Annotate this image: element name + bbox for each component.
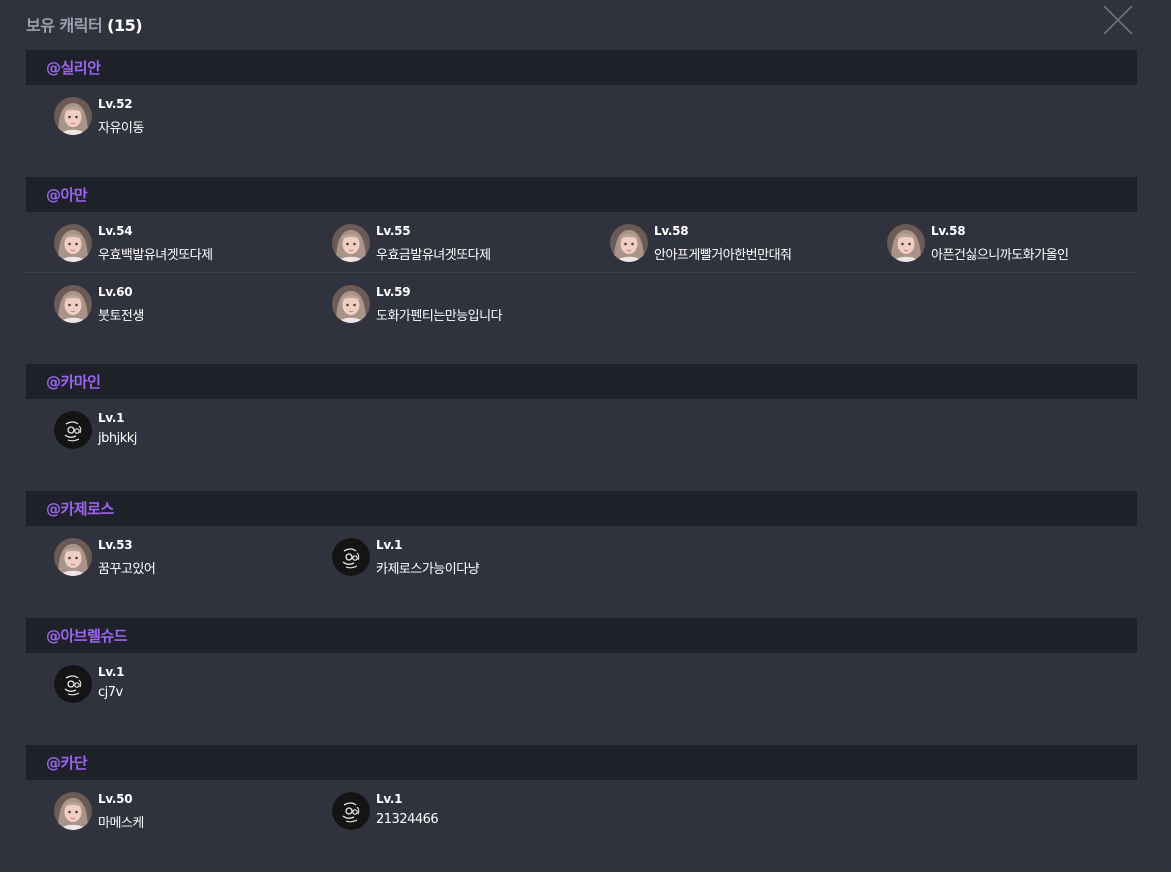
server-name: @카제로스 xyxy=(46,500,114,518)
character-name: 도화가펜티는만능입니다 xyxy=(376,309,503,324)
character-level: Lv.52 xyxy=(98,97,133,111)
character-card[interactable]: Lv.52 자유이동 xyxy=(54,97,324,137)
server-section: @아만 Lv.54 우효백발유녀겟또다제 Lv.55 우효금발유녀겟또다제 Lv.58 안아… xyxy=(26,177,1137,364)
server-name: @카단 xyxy=(46,754,88,772)
character-level: Lv.55 xyxy=(376,224,411,238)
character-card[interactable]: Lv.1 cj7v xyxy=(54,665,324,705)
character-name: 카제로스가능이다냥 xyxy=(376,562,480,577)
character-name: 꿈꾸고있어 xyxy=(98,562,156,577)
character-portrait-icon xyxy=(54,285,92,323)
character-name: 마메스케 xyxy=(98,816,144,831)
close-icon xyxy=(1103,5,1133,35)
character-card[interactable]: Lv.58 안아프게빨거아한번만대줘 xyxy=(610,224,880,264)
character-level: Lv.1 xyxy=(376,792,403,806)
server-section: @아브렐슈드 Lv.1 cj7v xyxy=(26,618,1137,745)
character-row: Lv.50 마메스케 Lv.1 21324466 xyxy=(26,780,1137,840)
close-button[interactable] xyxy=(1103,5,1133,35)
server-name: @아만 xyxy=(46,186,88,204)
character-name: 우효금발유녀겟또다제 xyxy=(376,248,491,263)
modal-title-text: 보유 캐릭터 xyxy=(26,16,103,35)
emblem-icon xyxy=(54,665,92,703)
character-row: Lv.54 우효백발유녀겟또다제 Lv.55 우효금발유녀겟또다제 Lv.58 안아프게빨… xyxy=(26,212,1137,272)
character-card[interactable]: Lv.53 꿈꾸고있어 xyxy=(54,538,324,578)
server-name: @아브렐슈드 xyxy=(46,627,128,645)
character-level: Lv.1 xyxy=(98,411,125,425)
character-row: Lv.1 cj7v xyxy=(26,653,1137,713)
emblem-icon xyxy=(54,411,92,449)
character-name: jbhjkkj xyxy=(98,431,137,446)
character-portrait-icon xyxy=(54,97,92,135)
server-header: @카마인 xyxy=(26,364,1137,399)
character-portrait-icon xyxy=(54,224,92,262)
character-level: Lv.58 xyxy=(931,224,966,238)
character-level: Lv.1 xyxy=(98,665,125,679)
character-card[interactable]: Lv.1 카제로스가능이다냥 xyxy=(332,538,602,578)
character-level: Lv.1 xyxy=(376,538,403,552)
character-name: 21324466 xyxy=(376,812,439,827)
character-row: Lv.53 꿈꾸고있어 Lv.1 카제로스가능이다냥 xyxy=(26,526,1137,586)
server-header: @아만 xyxy=(26,177,1137,212)
character-card[interactable]: Lv.50 마메스케 xyxy=(54,792,324,832)
character-count: (15) xyxy=(107,16,143,35)
character-name: 우효백발유녀겟또다제 xyxy=(98,248,213,263)
server-header: @실리안 xyxy=(26,50,1137,85)
character-level: Lv.54 xyxy=(98,224,133,238)
character-card[interactable]: Lv.1 21324466 xyxy=(332,792,602,832)
character-card[interactable]: Lv.60 붓토전생 xyxy=(54,285,324,325)
character-row: Lv.52 자유이동 xyxy=(26,85,1137,145)
server-header: @카단 xyxy=(26,745,1137,780)
character-card[interactable]: Lv.54 우효백발유녀겟또다제 xyxy=(54,224,324,264)
character-level: Lv.53 xyxy=(98,538,133,552)
emblem-icon xyxy=(332,538,370,576)
character-name: 자유이동 xyxy=(98,121,144,136)
character-card[interactable]: Lv.58 아픈건싫으니까도화가올인 xyxy=(887,224,1157,264)
character-name: 아픈건싫으니까도화가올인 xyxy=(931,248,1069,263)
character-portrait-icon xyxy=(887,224,925,262)
server-section: @카단 Lv.50 마메스케 Lv.1 21324466 xyxy=(26,745,1137,872)
character-card[interactable]: Lv.55 우효금발유녀겟또다제 xyxy=(332,224,602,264)
server-header: @카제로스 xyxy=(26,491,1137,526)
character-portrait-icon xyxy=(54,792,92,830)
modal-title: 보유 캐릭터 (15) xyxy=(26,12,143,36)
server-name: @카마인 xyxy=(46,373,101,391)
character-card[interactable]: Lv.59 도화가펜티는만능입니다 xyxy=(332,285,602,325)
character-level: Lv.58 xyxy=(654,224,689,238)
character-row: Lv.1 jbhjkkj xyxy=(26,399,1137,459)
character-level: Lv.59 xyxy=(376,285,411,299)
character-portrait-icon xyxy=(54,538,92,576)
server-section: @실리안 Lv.52 자유이동 xyxy=(26,50,1137,177)
character-name: cj7v xyxy=(98,685,123,700)
character-row: Lv.60 붓토전생 Lv.59 도화가펜티는만능입니다 xyxy=(26,272,1137,332)
character-portrait-icon xyxy=(332,224,370,262)
character-name: 안아프게빨거아한번만대줘 xyxy=(654,248,792,263)
server-name: @실리안 xyxy=(46,59,101,77)
emblem-icon xyxy=(332,792,370,830)
server-header: @아브렐슈드 xyxy=(26,618,1137,653)
server-section: @카마인 Lv.1 jbhjkkj xyxy=(26,364,1137,491)
character-list: @실리안 Lv.52 자유이동 @아만 Lv.54 우효백발유녀겟또다제 Lv.55 우효금발… xyxy=(26,50,1137,872)
character-portrait-icon xyxy=(332,285,370,323)
character-portrait-icon xyxy=(610,224,648,262)
character-level: Lv.60 xyxy=(98,285,133,299)
character-level: Lv.50 xyxy=(98,792,133,806)
server-section: @카제로스 Lv.53 꿈꾸고있어 Lv.1 카제로스가능이다냥 xyxy=(26,491,1137,618)
character-name: 붓토전생 xyxy=(98,309,144,324)
character-card[interactable]: Lv.1 jbhjkkj xyxy=(54,411,324,451)
